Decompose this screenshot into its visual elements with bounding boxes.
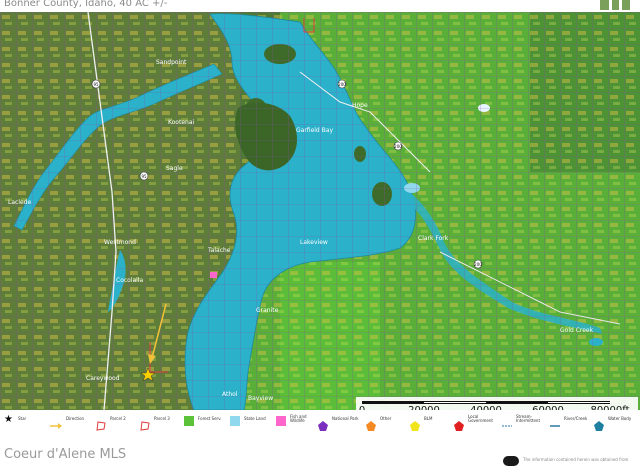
highway-shield: 95 [139, 171, 149, 181]
river-creek-icon [550, 416, 560, 427]
legend-item-parcel-2: Parcel 2 [96, 414, 136, 431]
place-label: Gold Creek [560, 327, 594, 334]
legend-label: Local Government [468, 414, 493, 423]
fish-wildlife-swatch [276, 416, 286, 426]
forest-service-swatch [184, 416, 194, 426]
stream-intermittent-icon [502, 416, 512, 427]
legend-label: Fish and Wildlife [290, 414, 307, 423]
place-label: Granite [256, 307, 279, 314]
legend-item-forest-service: Forest Serv. [184, 414, 228, 428]
star-icon: ★ [4, 414, 13, 425]
parcel-3-icon [140, 416, 150, 431]
legend-label: Parcel 3 [154, 416, 170, 421]
place-label: Sandpoint [156, 59, 187, 66]
legend-item-direction: Direction [50, 414, 94, 429]
scale-segment [362, 401, 424, 404]
scale-segment [424, 401, 486, 404]
direction-arrow-icon [50, 416, 62, 429]
legend-item-fish-wildlife: Fish and Wildlife [276, 414, 316, 428]
place-label: Bayview [248, 395, 273, 402]
other-swatch [366, 416, 376, 431]
legend-label: Forest Serv. [198, 416, 222, 421]
legend-label: River/Creek [564, 416, 588, 421]
place-label: Clark Fork [418, 235, 449, 242]
place-label: Talache [207, 247, 231, 254]
local-government-swatch [454, 416, 464, 431]
legend-item-other: Other [366, 414, 402, 431]
legend-label: National Park [332, 416, 359, 421]
national-park-swatch [318, 416, 328, 431]
place-label: Laclede [8, 199, 31, 206]
legend-label: Water Body [608, 416, 632, 421]
place-label: Athol [222, 391, 238, 398]
legend-item-blm: BLM [410, 414, 446, 431]
scale-bar: 0 20000 40000 60000 80000ft [356, 397, 638, 410]
info-icon [503, 456, 519, 466]
highway-shield-text: 95 [93, 82, 99, 87]
place-label: Careywood [86, 375, 120, 382]
legend-item-national-park: National Park [318, 414, 364, 431]
place-label: Hope [352, 102, 368, 109]
highway-shield: 200 [393, 141, 403, 151]
legend-item-river-creek: River/Creek [550, 414, 594, 428]
legend-label: State Land [244, 416, 266, 421]
legend-item-local-government: Local Government [454, 414, 500, 431]
highway-shield: 95 [91, 79, 101, 89]
legend-label: Direction [66, 416, 85, 421]
legend-label: Parcel 2 [110, 416, 126, 421]
legend-label: Stream- Intermittent [516, 414, 541, 423]
highway-shield-text: 200 [394, 144, 402, 149]
legend-label: Other [380, 416, 392, 421]
place-label: Garfield Bay [296, 127, 333, 134]
map-view[interactable]: 95 200 95 200 200 Sandpoint Kootenai Sag… [0, 12, 640, 410]
place-label: Cocolalla [116, 277, 144, 284]
highway-shield-text: 95 [141, 174, 147, 179]
highway-shield-text: 200 [338, 82, 346, 87]
header: Bonner County, Idaho, 40 AC +/- [0, 0, 640, 12]
highway-shield: 200 [473, 259, 483, 269]
highway-shield-text: 200 [474, 262, 482, 267]
footer: Coeur d'Alene MLS The information contai… [0, 432, 640, 466]
legend-item-parcel-3: Parcel 3 [140, 414, 180, 431]
legend-item-stream-intermittent: Stream- Intermittent [502, 414, 548, 428]
state-land-swatch [230, 416, 240, 426]
blm-swatch [410, 416, 420, 431]
legend-label: BLM [424, 416, 433, 421]
map-title: Bonner County, Idaho, 40 AC +/- [4, 0, 168, 9]
place-label: Kootenai [168, 119, 195, 126]
parcel-2-icon [96, 416, 106, 431]
legend-item-star: ★ Star [4, 414, 44, 428]
place-label: Sagle [166, 165, 183, 172]
legend-label: Star [18, 416, 27, 421]
brand-logo [600, 0, 630, 10]
legend-item-state-land: State Land [230, 414, 274, 428]
water-body-swatch [594, 416, 604, 431]
scale-segment [548, 401, 610, 404]
map-legend: ★ Star Direction Parcel 2 Parcel 3 Fores… [0, 410, 640, 432]
satellite-map[interactable]: 95 200 95 200 200 Sandpoint Kootenai Sag… [0, 12, 640, 410]
highway-shield: 200 [337, 79, 347, 89]
legend-item-water-body: Water Body [594, 414, 638, 431]
scale-segment [486, 401, 548, 404]
place-label: Westmond [104, 239, 136, 246]
place-label: Lakeview [300, 239, 328, 246]
